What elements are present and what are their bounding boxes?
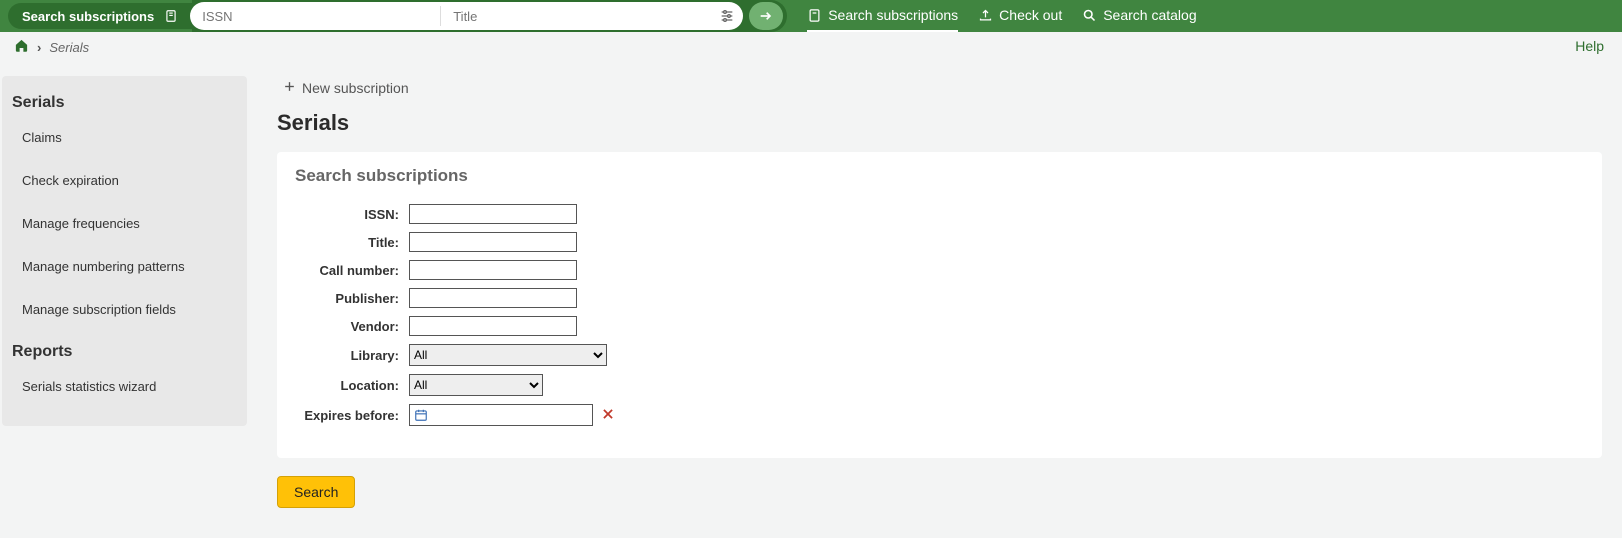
- search-inputs-wrap: [192, 0, 787, 32]
- breadcrumb-separator: ›: [37, 40, 41, 55]
- toolbar: New subscription: [277, 76, 1602, 100]
- issn-search-input[interactable]: [190, 2, 440, 30]
- upload-icon: [978, 8, 993, 23]
- input-title[interactable]: [409, 232, 577, 252]
- search-button[interactable]: Search: [277, 476, 355, 508]
- breadcrumb-current: Serials: [49, 40, 89, 55]
- row-callnumber: Call number:: [295, 260, 1584, 280]
- nav-label: Search subscriptions: [828, 7, 958, 23]
- page-title: Serials: [277, 110, 1602, 136]
- row-issn: ISSN:: [295, 204, 1584, 224]
- main-content: New subscription Serials Search subscrip…: [247, 76, 1622, 508]
- label-library: Library:: [295, 348, 409, 363]
- book-icon: [807, 8, 822, 23]
- search-icon: [1082, 8, 1097, 23]
- top-nav: Search subscriptions Check out Search ca…: [807, 0, 1196, 32]
- label-expires: Expires before:: [295, 408, 409, 423]
- book-icon: [164, 9, 178, 23]
- row-expires: Expires before:: [295, 404, 1584, 426]
- nav-search-subscriptions[interactable]: Search subscriptions: [807, 0, 958, 32]
- sidebar-item-check-expiration[interactable]: Check expiration: [2, 165, 247, 196]
- title-search-input[interactable]: [441, 2, 711, 30]
- search-submit-button[interactable]: [749, 2, 783, 30]
- sidebar-heading-reports: Reports: [12, 343, 247, 361]
- topbar: Search subscriptions: [0, 0, 1622, 32]
- sidebar-item-manage-numbering[interactable]: Manage numbering patterns: [2, 251, 247, 282]
- label-callnumber: Call number:: [295, 263, 409, 278]
- search-context-label: Search subscriptions: [22, 9, 154, 24]
- nav-label: Check out: [999, 7, 1062, 23]
- row-vendor: Vendor:: [295, 316, 1584, 336]
- row-library: Library: All: [295, 344, 1584, 366]
- search-settings-icon[interactable]: [719, 8, 735, 24]
- calendar-icon: [414, 408, 428, 422]
- input-vendor[interactable]: [409, 316, 577, 336]
- input-callnumber[interactable]: [409, 260, 577, 280]
- label-vendor: Vendor:: [295, 319, 409, 334]
- breadcrumb: › Serials Help: [0, 32, 1622, 62]
- nav-search-catalog[interactable]: Search catalog: [1082, 0, 1196, 32]
- sidebar-item-serials-statistics[interactable]: Serials statistics wizard: [2, 371, 247, 402]
- main-layout: Serials Claims Check expiration Manage f…: [0, 62, 1622, 538]
- row-location: Location: All: [295, 374, 1584, 396]
- input-publisher[interactable]: [409, 288, 577, 308]
- input-issn[interactable]: [409, 204, 577, 224]
- help-link[interactable]: Help: [1575, 38, 1604, 54]
- search-context-pill[interactable]: Search subscriptions: [8, 3, 192, 29]
- select-location[interactable]: All: [409, 374, 543, 396]
- nav-check-out[interactable]: Check out: [978, 0, 1062, 32]
- label-issn: ISSN:: [295, 207, 409, 222]
- new-subscription-button[interactable]: New subscription: [277, 76, 415, 100]
- plus-icon: [283, 80, 296, 96]
- label-publisher: Publisher:: [295, 291, 409, 306]
- search-card: Search subscriptions ISSN: Title: Call n…: [277, 152, 1602, 458]
- input-expires-before[interactable]: [409, 404, 593, 426]
- sidebar-item-manage-frequencies[interactable]: Manage frequencies: [2, 208, 247, 239]
- home-icon[interactable]: [14, 38, 29, 56]
- sidebar-item-manage-subscription-fields[interactable]: Manage subscription fields: [2, 294, 247, 325]
- sidebar-heading-serials: Serials: [12, 94, 247, 112]
- new-subscription-label: New subscription: [302, 80, 409, 96]
- sidebar-item-claims[interactable]: Claims: [2, 122, 247, 153]
- select-library[interactable]: All: [409, 344, 607, 366]
- row-publisher: Publisher:: [295, 288, 1584, 308]
- label-title: Title:: [295, 235, 409, 250]
- nav-label: Search catalog: [1103, 7, 1196, 23]
- sidebar: Serials Claims Check expiration Manage f…: [2, 76, 247, 426]
- label-location: Location:: [295, 378, 409, 393]
- card-title: Search subscriptions: [295, 166, 1584, 186]
- row-title: Title:: [295, 232, 1584, 252]
- dual-search-inputs: [190, 2, 743, 30]
- clear-date-icon[interactable]: [601, 407, 615, 424]
